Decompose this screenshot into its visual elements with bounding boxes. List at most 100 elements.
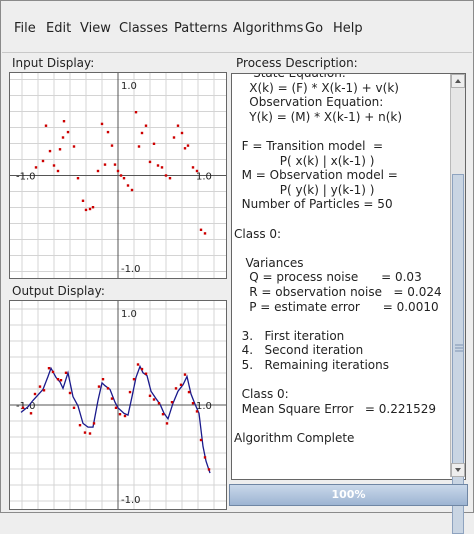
tick-label-right: 1.0	[196, 172, 212, 183]
data-point	[130, 188, 134, 192]
data-point	[203, 456, 207, 459]
data-point	[118, 413, 122, 416]
data-point	[38, 385, 42, 388]
data-point	[48, 149, 52, 153]
data-point	[140, 131, 144, 135]
data-point	[76, 177, 80, 180]
data-point	[156, 164, 160, 167]
input-display-label: Input Display:	[12, 56, 95, 70]
data-point	[103, 163, 107, 166]
data-point	[56, 378, 60, 381]
data-point	[34, 166, 38, 169]
data-point	[199, 228, 203, 231]
scroll-up-arrow-icon[interactable]	[451, 74, 465, 88]
data-point	[164, 174, 168, 177]
data-point	[61, 136, 65, 139]
data-point	[148, 160, 152, 164]
process-description-textarea[interactable]: State Equation: X(k) = (F) * X(k-1) + v(…	[231, 73, 466, 480]
data-point	[88, 432, 92, 435]
data-point	[116, 169, 120, 173]
menu-algorithms[interactable]: Algorithms	[233, 21, 303, 36]
data-point	[72, 406, 76, 409]
menu-bar: File Edit View Classes Patterns Algorith…	[2, 2, 472, 53]
data-point	[100, 122, 104, 126]
data-point	[64, 371, 68, 374]
data-point	[110, 144, 114, 147]
data-point	[152, 398, 156, 401]
process-description-label: Process Description:	[236, 56, 358, 70]
data-point	[160, 166, 164, 169]
data-point	[195, 169, 199, 173]
data-point	[157, 402, 161, 405]
data-point	[134, 111, 138, 114]
data-point	[101, 378, 105, 381]
data-point	[122, 177, 126, 180]
output-line-chart: 1.0-1.0-1.0 1.0	[10, 301, 226, 509]
data-point	[68, 391, 72, 395]
data-point	[187, 390, 191, 394]
data-point	[170, 401, 174, 404]
data-point	[33, 392, 37, 396]
data-point	[180, 131, 184, 135]
data-point	[42, 389, 46, 392]
data-point	[183, 373, 187, 376]
data-point	[195, 410, 199, 413]
data-point	[106, 387, 110, 390]
output-display-plot[interactable]: 1.0 -1.0 -1.0 1.0	[9, 300, 227, 510]
data-point	[72, 145, 76, 148]
data-point	[106, 130, 110, 134]
data-point	[114, 406, 118, 409]
menu-patterns[interactable]: Patterns	[174, 21, 228, 36]
scroll-down-arrow-icon[interactable]	[451, 463, 465, 477]
menu-go[interactable]: Go	[305, 21, 323, 36]
tick-label-left: -1.0	[16, 172, 36, 183]
input-scatter-chart: 1.0 -1.0 -1.0 1.0	[10, 73, 226, 278]
data-point	[62, 120, 66, 123]
menu-classes[interactable]: Classes	[119, 21, 168, 36]
data-point	[186, 144, 190, 147]
data-point	[126, 184, 130, 187]
data-point	[91, 206, 95, 209]
menu-edit[interactable]: Edit	[46, 21, 71, 36]
data-point	[84, 208, 88, 212]
data-point	[21, 406, 25, 409]
data-point	[207, 468, 211, 471]
data-point	[191, 166, 195, 169]
data-point	[47, 367, 51, 370]
data-point	[199, 438, 203, 442]
data-point	[148, 394, 152, 397]
input-display-plot[interactable]: 1.0 -1.0 -1.0 1.0	[9, 72, 227, 279]
data-point	[176, 124, 180, 127]
data-point	[113, 163, 117, 166]
menu-view[interactable]: View	[80, 21, 111, 36]
output-display-label: Output Display:	[12, 284, 105, 298]
data-point	[110, 397, 114, 400]
tick-label-bottom: -1.0	[121, 264, 141, 275]
process-description-scrollbar[interactable]	[450, 74, 465, 534]
data-point	[161, 413, 165, 416]
menu-help[interactable]: Help	[333, 21, 363, 36]
menu-file[interactable]: File	[14, 21, 36, 36]
tick-label-left: -1.0	[16, 401, 36, 412]
data-point	[88, 207, 92, 211]
data-point	[203, 232, 207, 235]
data-point	[172, 136, 176, 139]
data-point	[191, 402, 195, 405]
data-point	[92, 422, 96, 425]
data-point	[41, 159, 45, 163]
data-point	[52, 164, 56, 167]
scroll-thumb[interactable]	[452, 174, 464, 534]
progress-bar: 100%	[229, 484, 468, 506]
process-description-text: State Equation: X(k) = (F) * X(k-1) + v(…	[234, 73, 442, 445]
data-point	[144, 124, 148, 127]
data-point	[165, 422, 169, 425]
tick-label-top: 1.0	[121, 81, 137, 92]
data-point	[78, 424, 82, 427]
data-point	[140, 367, 144, 371]
data-point	[136, 363, 140, 366]
data-point	[179, 383, 183, 386]
data-point	[128, 390, 132, 394]
data-point	[51, 370, 55, 374]
data-point	[123, 414, 127, 418]
tick-label-top: 1.0	[121, 309, 137, 320]
